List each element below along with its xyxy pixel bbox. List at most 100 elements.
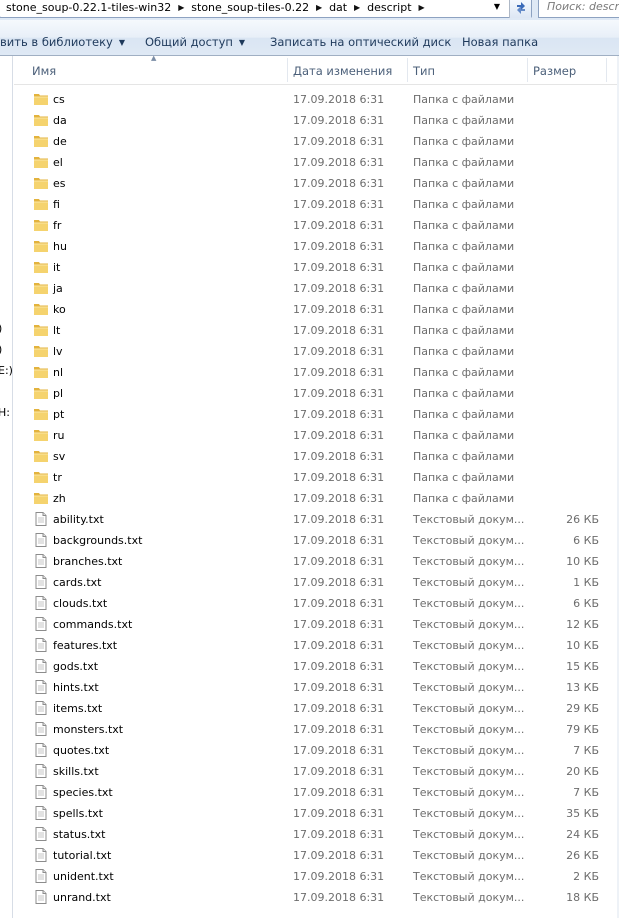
file-date-modified: 17.09.2018 6:31 — [293, 450, 385, 463]
file-type: Папка с файлами — [413, 450, 515, 463]
file-name: es — [53, 177, 66, 190]
folder-icon — [33, 133, 49, 149]
file-row[interactable]: ru 17.09.2018 6:31 Папка с файлами — [0, 425, 619, 446]
file-type: Текстовый докум... — [413, 576, 525, 589]
file-date-modified: 17.09.2018 6:31 — [293, 681, 385, 694]
file-row[interactable]: fi 17.09.2018 6:31 Папка с файлами — [0, 194, 619, 215]
breadcrumb-chevron-icon[interactable]: ▶ — [174, 0, 188, 16]
file-row[interactable]: features.txt 17.09.2018 6:31 Текстовый док… — [0, 635, 619, 656]
chevron-down-icon: ▼ — [238, 38, 246, 47]
text-file-icon — [33, 553, 49, 569]
file-row[interactable]: da 17.09.2018 6:31 Папка с файлами — [0, 110, 619, 131]
file-row[interactable]: ja 17.09.2018 6:31 Папка с файлами — [0, 278, 619, 299]
breadcrumb-item-descript[interactable]: descript — [364, 0, 414, 16]
file-name: spells.txt — [53, 807, 103, 820]
file-row[interactable]: unident.txt 17.09.2018 6:31 Текстовый доку… — [0, 866, 619, 887]
file-row[interactable]: tutorial.txt 17.09.2018 6:31 Текстовый док… — [0, 845, 619, 866]
file-row[interactable]: species.txt 17.09.2018 6:31 Текстовый доку… — [0, 782, 619, 803]
file-type: Текстовый докум... — [413, 555, 525, 568]
file-row[interactable]: sv 17.09.2018 6:31 Папка с файлами — [0, 446, 619, 467]
file-row[interactable]: ko 17.09.2018 6:31 Папка с файлами — [0, 299, 619, 320]
file-type: Текстовый докум... — [413, 870, 525, 883]
file-row[interactable]: hints.txt 17.09.2018 6:31 Текстовый докум.… — [0, 677, 619, 698]
file-row[interactable]: branches.txt 17.09.2018 6:31 Текстовый док… — [0, 551, 619, 572]
file-type: Текстовый докум... — [413, 891, 525, 904]
burn-to-disc-button[interactable]: Записать на оптический диск — [270, 20, 451, 56]
file-size: 26 КБ — [566, 513, 599, 526]
text-file-icon — [33, 679, 49, 695]
file-name: status.txt — [53, 828, 106, 841]
file-row[interactable]: es 17.09.2018 6:31 Папка с файлами — [0, 173, 619, 194]
file-row[interactable]: cards.txt 17.09.2018 6:31 Текстовый докум.… — [0, 572, 619, 593]
column-header-size[interactable]: Размер — [527, 56, 607, 84]
text-file-icon — [33, 511, 49, 527]
file-row[interactable]: ability.txt 17.09.2018 6:31 Текстовый доку… — [0, 509, 619, 530]
search-input[interactable]: Поиск: descript — [538, 0, 619, 18]
file-name: ru — [53, 429, 65, 442]
file-row[interactable]: pt 17.09.2018 6:31 Папка с файлами — [0, 404, 619, 425]
file-date-modified: 17.09.2018 6:31 — [293, 555, 385, 568]
folder-icon — [33, 343, 49, 359]
file-date-modified: 17.09.2018 6:31 — [293, 828, 385, 841]
address-bar[interactable]: stone_soup-0.22.1-tiles-win32 ▶ stone_so… — [0, 0, 532, 18]
file-row[interactable]: el 17.09.2018 6:31 Папка с файлами — [0, 152, 619, 173]
text-file-icon — [33, 574, 49, 590]
file-type: Папка с файлами — [413, 156, 515, 169]
file-type: Текстовый докум... — [413, 765, 525, 778]
file-row[interactable]: de 17.09.2018 6:31 Папка с файлами — [0, 131, 619, 152]
file-row[interactable]: commands.txt 17.09.2018 6:31 Текстовый док… — [0, 614, 619, 635]
refresh-button[interactable] — [509, 0, 531, 18]
folder-icon — [33, 364, 49, 380]
file-name: sv — [53, 450, 66, 463]
add-to-library-button[interactable]: вить в библиотеку ▼ — [0, 20, 125, 56]
column-header-name[interactable]: Имя — [26, 56, 301, 84]
file-row[interactable]: nl 17.09.2018 6:31 Папка с файлами — [0, 362, 619, 383]
breadcrumb: stone_soup-0.22.1-tiles-win32 ▶ stone_so… — [3, 0, 429, 16]
address-history-dropdown-icon[interactable]: ▼ — [491, 0, 503, 15]
file-row[interactable]: lt 17.09.2018 6:31 Папка с файлами — [0, 320, 619, 341]
file-row[interactable]: zh 17.09.2018 6:31 Папка с файлами — [0, 488, 619, 509]
file-date-modified: 17.09.2018 6:31 — [293, 261, 385, 274]
file-row[interactable]: it 17.09.2018 6:31 Папка с файлами — [0, 257, 619, 278]
file-row[interactable]: tr 17.09.2018 6:31 Папка с файлами — [0, 467, 619, 488]
breadcrumb-item-root[interactable]: stone_soup-0.22.1-tiles-win32 — [3, 0, 174, 16]
file-row[interactable]: clouds.txt 17.09.2018 6:31 Текстовый докум… — [0, 593, 619, 614]
file-row[interactable]: status.txt 17.09.2018 6:31 Текстовый докум… — [0, 824, 619, 845]
file-row[interactable]: quotes.txt 17.09.2018 6:31 Текстовый докум… — [0, 740, 619, 761]
file-row[interactable]: skills.txt 17.09.2018 6:31 Текстовый докум… — [0, 761, 619, 782]
folder-icon — [33, 259, 49, 275]
file-row[interactable]: backgrounds.txt 17.09.2018 6:31 Текстовый … — [0, 530, 619, 551]
file-date-modified: 17.09.2018 6:31 — [293, 240, 385, 253]
breadcrumb-chevron-icon[interactable]: ▶ — [312, 0, 326, 16]
file-row[interactable]: lv 17.09.2018 6:31 Папка с файлами — [0, 341, 619, 362]
file-row[interactable]: spells.txt 17.09.2018 6:31 Текстовый докум… — [0, 803, 619, 824]
file-row[interactable]: items.txt 17.09.2018 6:31 Текстовый докум.… — [0, 698, 619, 719]
file-type: Текстовый докум... — [413, 786, 525, 799]
new-folder-button[interactable]: Новая папка — [462, 20, 538, 56]
breadcrumb-chevron-icon[interactable]: ▶ — [415, 0, 429, 16]
breadcrumb-item-tiles[interactable]: stone_soup-tiles-0.22 — [188, 0, 312, 16]
breadcrumb-item-dat[interactable]: dat — [326, 0, 350, 16]
file-row[interactable]: cs 17.09.2018 6:31 Папка с файлами — [0, 89, 619, 110]
file-row[interactable]: fr 17.09.2018 6:31 Папка с файлами — [0, 215, 619, 236]
file-type: Текстовый докум... — [413, 534, 525, 547]
file-row[interactable]: monsters.txt 17.09.2018 6:31 Текстовый док… — [0, 719, 619, 740]
file-row[interactable]: pl 17.09.2018 6:31 Папка с файлами — [0, 383, 619, 404]
share-button[interactable]: Общий доступ ▼ — [145, 20, 245, 56]
column-header-type[interactable]: Тип — [407, 56, 527, 84]
file-size: 12 КБ — [566, 618, 599, 631]
file-type: Текстовый докум... — [413, 618, 525, 631]
breadcrumb-chevron-icon[interactable]: ▶ — [350, 0, 364, 16]
file-size: 6 КБ — [573, 534, 599, 547]
file-name: tr — [53, 471, 62, 484]
file-type: Папка с файлами — [413, 177, 515, 190]
file-row[interactable]: gods.txt 17.09.2018 6:31 Текстовый докум..… — [0, 656, 619, 677]
column-divider[interactable] — [606, 58, 607, 82]
text-file-icon — [33, 868, 49, 884]
text-file-icon — [33, 763, 49, 779]
file-row[interactable]: hu 17.09.2018 6:31 Папка с файлами — [0, 236, 619, 257]
folder-icon — [33, 217, 49, 233]
file-row[interactable]: unrand.txt 17.09.2018 6:31 Текстовый докум… — [0, 887, 619, 908]
folder-icon — [33, 196, 49, 212]
column-header-date[interactable]: Дата изменения — [287, 56, 407, 84]
